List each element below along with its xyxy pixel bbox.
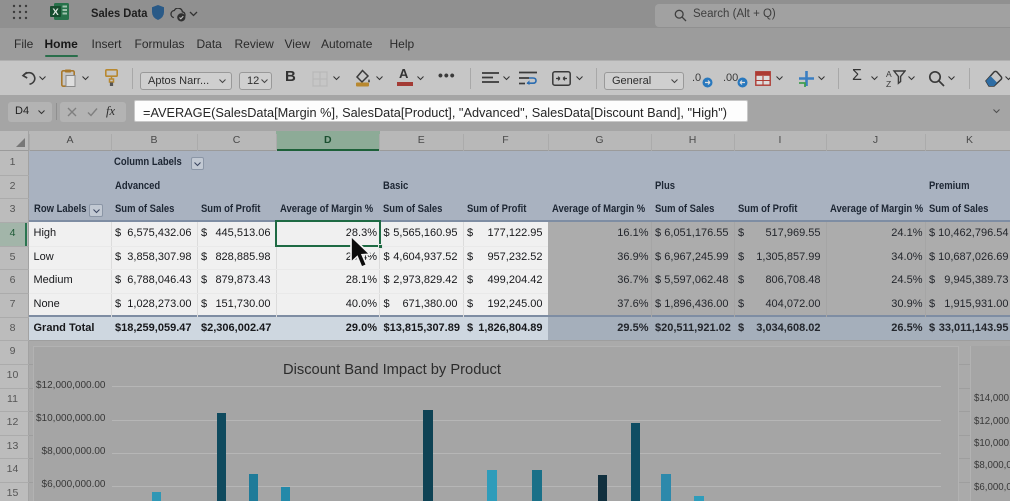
svg-text:X: X <box>52 7 59 18</box>
svg-text:A: A <box>886 69 892 79</box>
svg-text:.00: .00 <box>723 72 738 84</box>
svg-text:Z: Z <box>886 79 891 88</box>
svg-text:.0: .0 <box>692 72 701 84</box>
